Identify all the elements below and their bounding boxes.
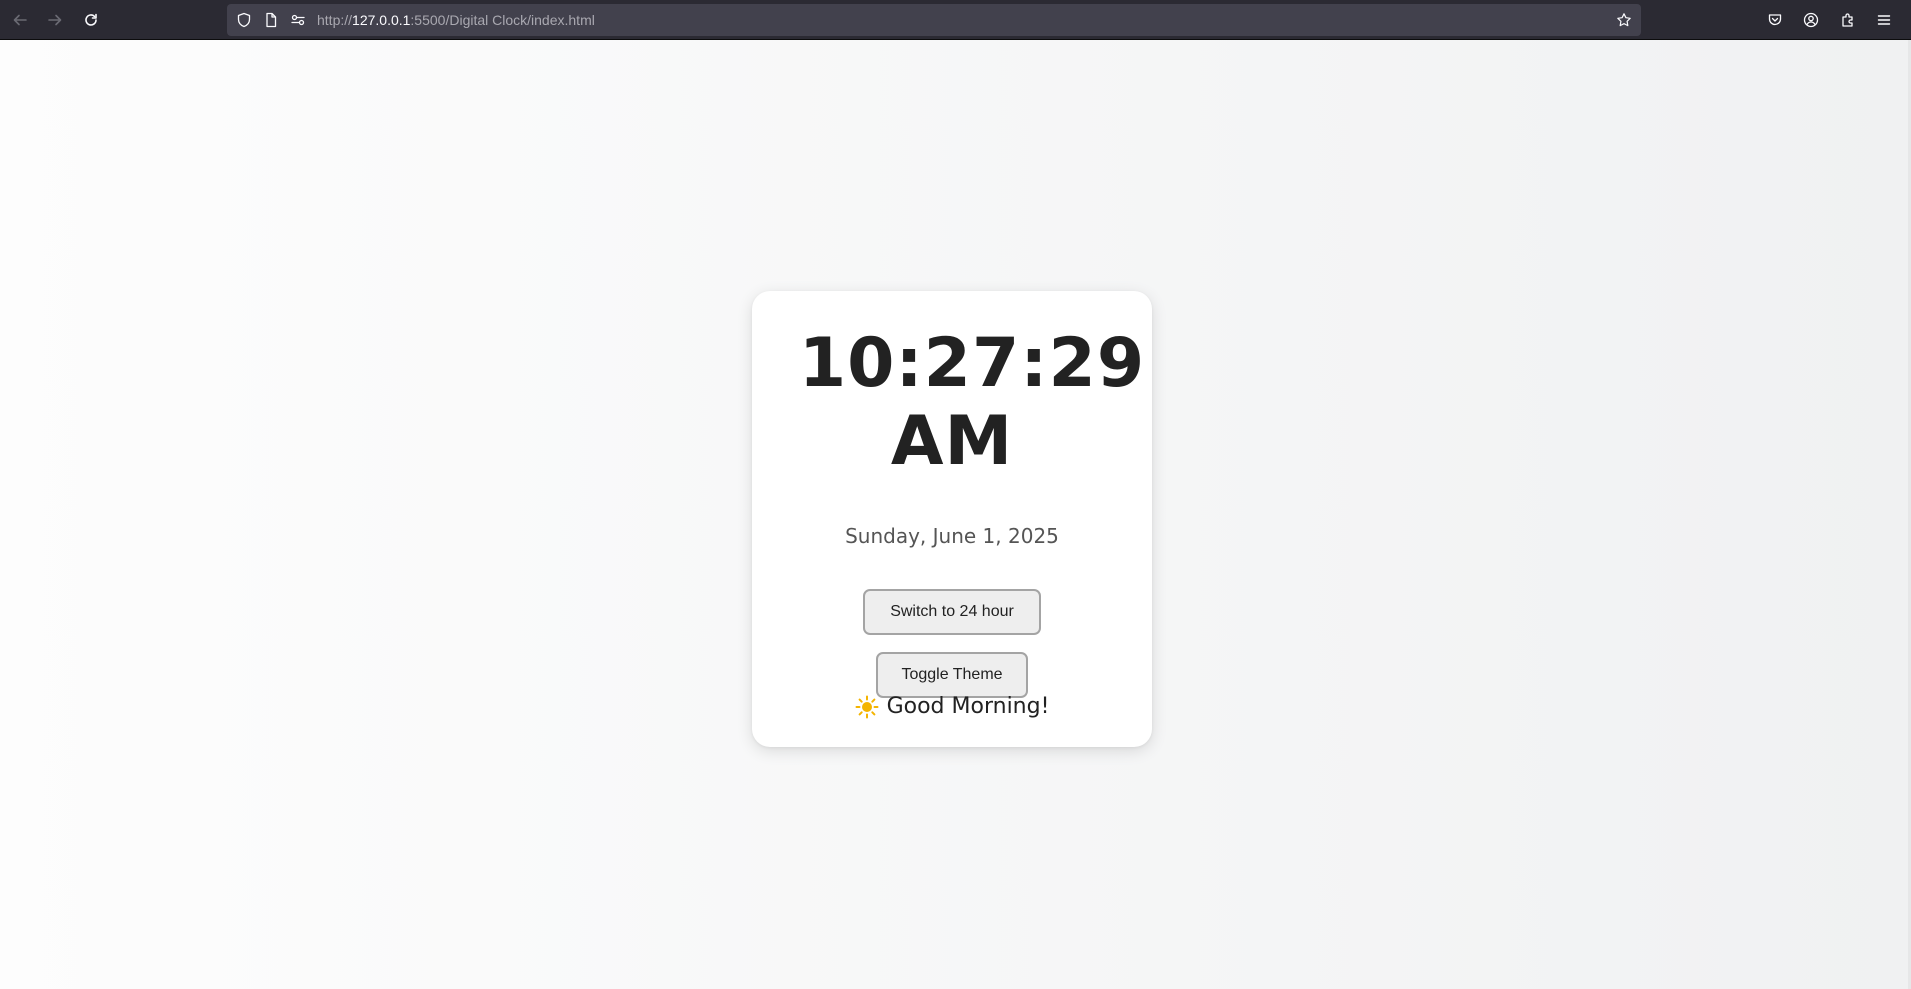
shield-icon[interactable] [236,12,252,28]
page-icon[interactable] [263,12,279,28]
menu-button[interactable] [1870,6,1898,34]
bookmark-star-icon[interactable] [1616,12,1632,28]
clock-time: 10:27:29 [798,324,1146,403]
browser-toolbar: http://127.0.0.1:5500/Digital Clock/inde… [0,0,1911,40]
back-icon [13,14,27,26]
reload-button[interactable] [77,6,105,34]
account-icon [1803,12,1819,28]
url-host: 127.0.0.1 [352,12,411,28]
forward-button[interactable] [41,6,69,34]
url-bar[interactable]: http://127.0.0.1:5500/Digital Clock/inde… [227,4,1641,36]
greeting-text: Good Morning! [886,694,1050,719]
pocket-icon [1768,14,1782,26]
permissions-icon[interactable] [290,12,306,28]
pocket-button[interactable] [1761,6,1789,34]
extensions-button[interactable] [1834,6,1862,34]
forward-icon [48,14,62,26]
switch-format-button[interactable]: Switch to 24 hour [863,589,1041,635]
clock-display: 10:27:29 AM [752,325,1152,481]
sun-icon [855,695,879,719]
greeting: Good Morning! [752,693,1152,721]
clock-card: 10:27:29 AM Sunday, June 1, 2025 Switch … [752,291,1152,747]
url-scheme: http:// [317,12,353,28]
clock-period: AM [890,402,1014,481]
menu-icon [1877,15,1891,25]
reload-icon [85,13,97,26]
clock-date: Sunday, June 1, 2025 [845,524,1059,548]
url-path: :5500/Digital Clock/index.html [410,12,595,28]
account-button[interactable] [1797,6,1825,34]
extensions-icon [1842,13,1853,27]
page-viewport: 10:27:29 AM Sunday, June 1, 2025 Switch … [0,40,1911,989]
url-text[interactable]: http://127.0.0.1:5500/Digital Clock/inde… [317,4,595,36]
toggle-theme-button[interactable]: Toggle Theme [876,652,1028,698]
back-button[interactable] [6,6,34,34]
